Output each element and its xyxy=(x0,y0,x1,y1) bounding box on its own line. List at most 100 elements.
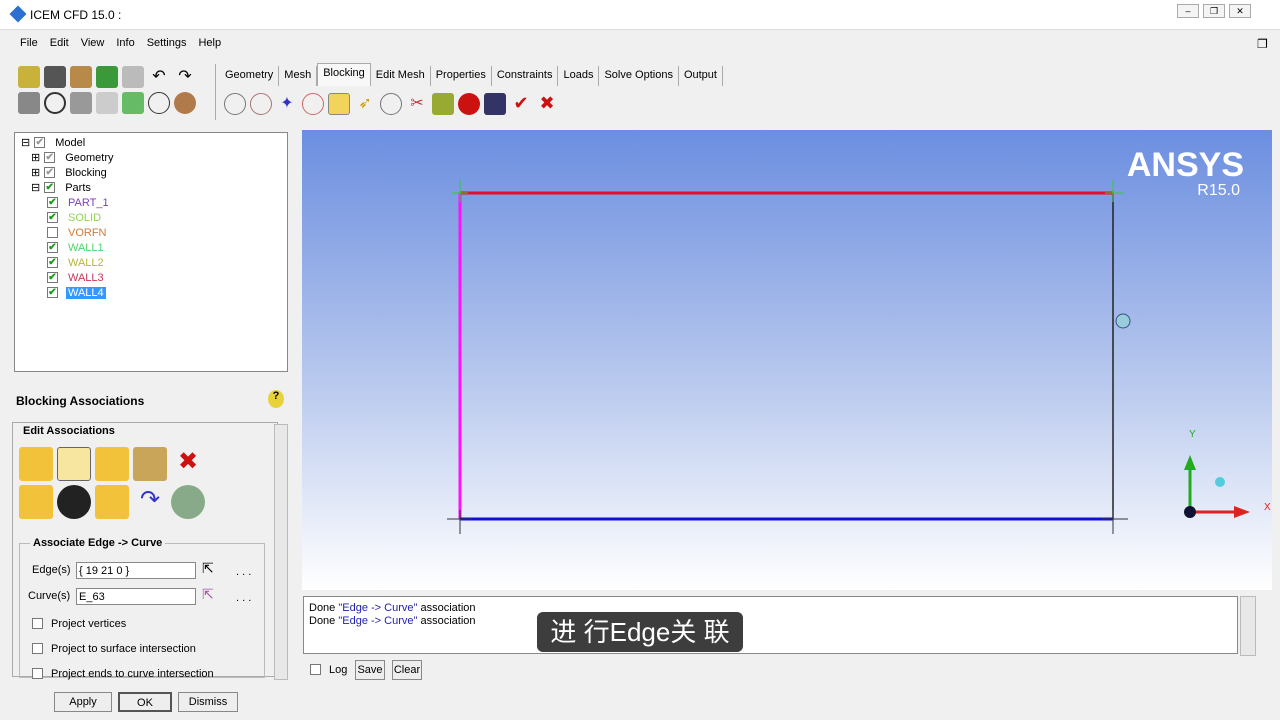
fit-window-icon[interactable] xyxy=(18,92,40,114)
snap-project-vertices-icon[interactable] xyxy=(19,485,53,519)
premesh-params-icon[interactable] xyxy=(432,93,454,115)
tree-part[interactable]: ✔ WALL3 xyxy=(47,270,106,285)
undo-icon[interactable]: ↶ xyxy=(148,66,170,88)
checkbox[interactable] xyxy=(32,668,43,679)
model-tree[interactable]: ⊟ ✔ Model ⊞ ✔ Geometry ⊞ ✔ Blocking ⊟ ✔ Parts ✔ P… xyxy=(14,132,288,372)
curves-more-button[interactable]: . . . xyxy=(236,592,251,604)
select-edges-icon[interactable]: ⇱ xyxy=(202,560,214,577)
check-blocks-icon[interactable]: ✔ xyxy=(510,93,532,115)
extrude-icon[interactable] xyxy=(484,93,506,115)
tree-model[interactable]: ⊟ ✔ Model xyxy=(21,135,85,150)
tree-part[interactable]: ✔ WALL1 xyxy=(47,240,106,255)
menu-info[interactable]: Info xyxy=(110,34,140,52)
help-icon[interactable]: ? xyxy=(268,390,284,408)
checkbox[interactable] xyxy=(32,643,43,654)
edges-more-button[interactable]: . . . xyxy=(236,566,251,578)
project-surface-intersection-option[interactable]: Project to surface intersection xyxy=(32,641,196,656)
associate-icon[interactable] xyxy=(328,93,350,115)
checkbox[interactable]: ✔ xyxy=(47,257,58,268)
collapse-icon[interactable]: ⊟ xyxy=(31,181,40,194)
minimize-button[interactable]: – xyxy=(1177,4,1199,18)
mesh-open-icon[interactable] xyxy=(96,66,118,88)
restore-icon[interactable]: ❐ xyxy=(1257,37,1268,51)
tab-edit-mesh[interactable]: Edit Mesh xyxy=(371,66,431,86)
edge-params-icon[interactable]: ✂ xyxy=(406,93,428,115)
project-ends-option[interactable]: Project ends to curve intersection xyxy=(32,666,214,681)
checkbox[interactable]: ✔ xyxy=(44,167,56,178)
menu-view[interactable]: View xyxy=(75,34,111,52)
blocking-open-icon[interactable] xyxy=(122,66,144,88)
tab-geometry[interactable]: Geometry xyxy=(220,66,280,86)
tab-blocking[interactable]: Blocking xyxy=(317,63,371,86)
tab-constraints[interactable]: Constraints xyxy=(492,66,559,86)
clear-log-button[interactable]: Clear xyxy=(392,660,422,680)
checkbox[interactable] xyxy=(32,618,43,629)
tree-parts[interactable]: ⊟ ✔ Parts xyxy=(31,180,91,195)
geometry-open-icon[interactable] xyxy=(70,66,92,88)
open-icon[interactable] xyxy=(18,66,40,88)
edges-input[interactable] xyxy=(76,562,196,579)
associate-vertex-icon[interactable] xyxy=(19,447,53,481)
tab-solve-options[interactable]: Solve Options xyxy=(599,66,679,86)
dismiss-button[interactable]: Dismiss xyxy=(178,692,238,712)
tree-part[interactable]: ✔ WALL4 xyxy=(47,285,106,300)
update-associations-icon[interactable] xyxy=(57,485,91,519)
wireframe-icon[interactable] xyxy=(148,92,170,114)
tab-properties[interactable]: Properties xyxy=(431,66,492,86)
zoom-icon[interactable] xyxy=(44,92,66,114)
expand-icon[interactable]: ⊞ xyxy=(31,166,40,179)
quality-icon[interactable] xyxy=(458,93,480,115)
checkbox[interactable]: ✔ xyxy=(44,152,56,163)
save-icon[interactable] xyxy=(44,66,66,88)
collapse-icon[interactable]: ⊟ xyxy=(21,136,30,149)
tree-geometry[interactable]: ⊞ ✔ Geometry xyxy=(31,150,114,165)
associate-edge-surface-icon[interactable] xyxy=(95,447,129,481)
transform-blocks-icon[interactable] xyxy=(380,93,402,115)
tab-output[interactable]: Output xyxy=(679,66,723,86)
maximize-button[interactable]: ❐ xyxy=(1203,4,1225,18)
checkbox[interactable] xyxy=(47,227,58,238)
tree-part[interactable]: ✔ PART_1 xyxy=(47,195,111,210)
auto-associate-icon[interactable] xyxy=(171,485,205,519)
expand-icon[interactable]: ⊞ xyxy=(31,151,40,164)
save-log-button[interactable]: Save xyxy=(355,660,385,680)
associate-face-icon[interactable] xyxy=(133,447,167,481)
project-vertices-option[interactable]: Project vertices xyxy=(32,616,126,631)
tab-loads[interactable]: Loads xyxy=(558,66,600,86)
log-scrollbar[interactable] xyxy=(1240,596,1256,656)
checkbox[interactable]: ✔ xyxy=(47,272,58,283)
checkbox[interactable]: ✔ xyxy=(47,212,58,223)
checkbox[interactable]: ✔ xyxy=(47,287,58,298)
checkbox[interactable]: ✔ xyxy=(47,197,58,208)
refresh-icon[interactable] xyxy=(122,92,144,114)
tree-part[interactable]: VORFN xyxy=(47,225,109,240)
disassociate-icon[interactable]: ✖ xyxy=(171,447,205,481)
ok-button[interactable]: OK xyxy=(118,692,172,712)
menu-edit[interactable]: Edit xyxy=(44,34,75,52)
lcs-icon[interactable] xyxy=(96,92,118,114)
message-log[interactable]: Done "Edge -> Curve" association Done "Ed… xyxy=(303,596,1238,654)
checkbox[interactable]: ✔ xyxy=(44,182,56,193)
solid-icon[interactable] xyxy=(174,92,196,114)
tree-part[interactable]: ✔ WALL2 xyxy=(47,255,106,270)
menu-settings[interactable]: Settings xyxy=(141,34,193,52)
close-button[interactable]: ✕ xyxy=(1229,4,1251,18)
associate-edge-curve-icon[interactable] xyxy=(57,447,91,481)
merge-vertices-icon[interactable]: ✦ xyxy=(276,93,298,115)
select-curves-icon[interactable]: ⇱ xyxy=(202,586,214,603)
graphics-viewport[interactable]: ANSYS R15.0 Y X xyxy=(302,130,1272,590)
measure-icon[interactable] xyxy=(70,92,92,114)
log-option[interactable]: Log xyxy=(310,662,347,677)
checkbox[interactable]: ✔ xyxy=(34,137,46,148)
curves-input[interactable] xyxy=(76,588,196,605)
menu-help[interactable]: Help xyxy=(192,34,227,52)
reset-associations-icon[interactable] xyxy=(95,485,129,519)
menu-file[interactable]: File xyxy=(14,34,44,52)
tree-part[interactable]: ✔ SOLID xyxy=(47,210,103,225)
delete-block-icon[interactable]: ✖ xyxy=(536,93,558,115)
group-curves-icon[interactable]: ↷ xyxy=(133,485,167,519)
apply-button[interactable]: Apply xyxy=(54,692,112,712)
tab-mesh[interactable]: Mesh xyxy=(279,66,318,86)
create-block-icon[interactable] xyxy=(224,93,246,115)
edit-block-icon[interactable] xyxy=(302,93,324,115)
